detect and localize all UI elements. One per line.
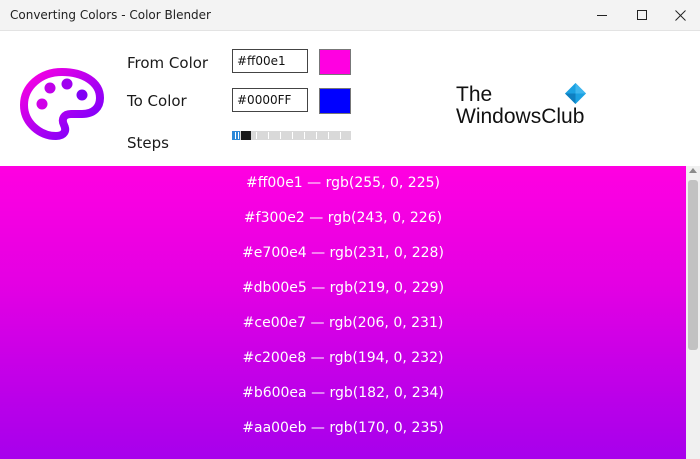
windows-logo-icon	[565, 83, 586, 104]
list-item[interactable]: #e700e4 — rgb(231, 0, 228)	[0, 236, 686, 271]
steps-slider-thumb[interactable]	[241, 131, 251, 140]
minimize-icon	[597, 14, 607, 16]
steps-slider[interactable]	[232, 131, 351, 140]
slider-tick	[238, 132, 239, 139]
slider-tick	[256, 132, 257, 139]
to-color-label: To Color	[127, 92, 187, 110]
close-button[interactable]	[660, 0, 700, 30]
slider-tick	[235, 132, 236, 139]
scrollbar-thumb[interactable]	[688, 180, 698, 350]
title-bar: Converting Colors - Color Blender	[0, 0, 700, 31]
list-item[interactable]: #aa00eb — rgb(170, 0, 235)	[0, 411, 686, 446]
list-item[interactable]: #f300e2 — rgb(243, 0, 226)	[0, 201, 686, 236]
slider-tick	[328, 132, 329, 139]
controls-panel: From Color #ff00e1 To Color #0000FF Step…	[0, 31, 700, 165]
to-color-swatch[interactable]	[319, 88, 351, 114]
palette-icon	[20, 68, 104, 140]
vertical-scrollbar[interactable]	[686, 166, 700, 459]
from-color-input[interactable]: #ff00e1	[232, 49, 308, 73]
steps-label: Steps	[127, 134, 169, 152]
slider-tick	[304, 132, 305, 139]
list-item[interactable]: #ff00e1 — rgb(255, 0, 225)	[0, 166, 686, 201]
blend-results-list[interactable]: #ff00e1 — rgb(255, 0, 225) #f300e2 — rgb…	[0, 166, 686, 459]
list-item[interactable]: #b600ea — rgb(182, 0, 234)	[0, 376, 686, 411]
list-item[interactable]: #ce00e7 — rgb(206, 0, 231)	[0, 306, 686, 341]
close-icon	[674, 9, 686, 21]
slider-tick	[316, 132, 317, 139]
scroll-up-arrow-icon[interactable]	[689, 168, 697, 173]
slider-tick	[268, 132, 269, 139]
slider-tick	[340, 132, 341, 139]
list-item[interactable]: #c200e8 — rgb(194, 0, 232)	[0, 341, 686, 376]
window-title: Converting Colors - Color Blender	[10, 8, 211, 22]
from-color-swatch[interactable]	[319, 49, 351, 75]
list-item[interactable]: #db00e5 — rgb(219, 0, 229)	[0, 271, 686, 306]
maximize-button[interactable]	[622, 0, 662, 30]
maximize-icon	[637, 10, 647, 20]
slider-tick	[280, 132, 281, 139]
slider-tick	[292, 132, 293, 139]
from-color-label: From Color	[127, 54, 209, 72]
brand-line-2: WindowsClub	[456, 105, 585, 128]
minimize-button[interactable]	[582, 0, 622, 30]
to-color-input[interactable]: #0000FF	[232, 88, 308, 112]
